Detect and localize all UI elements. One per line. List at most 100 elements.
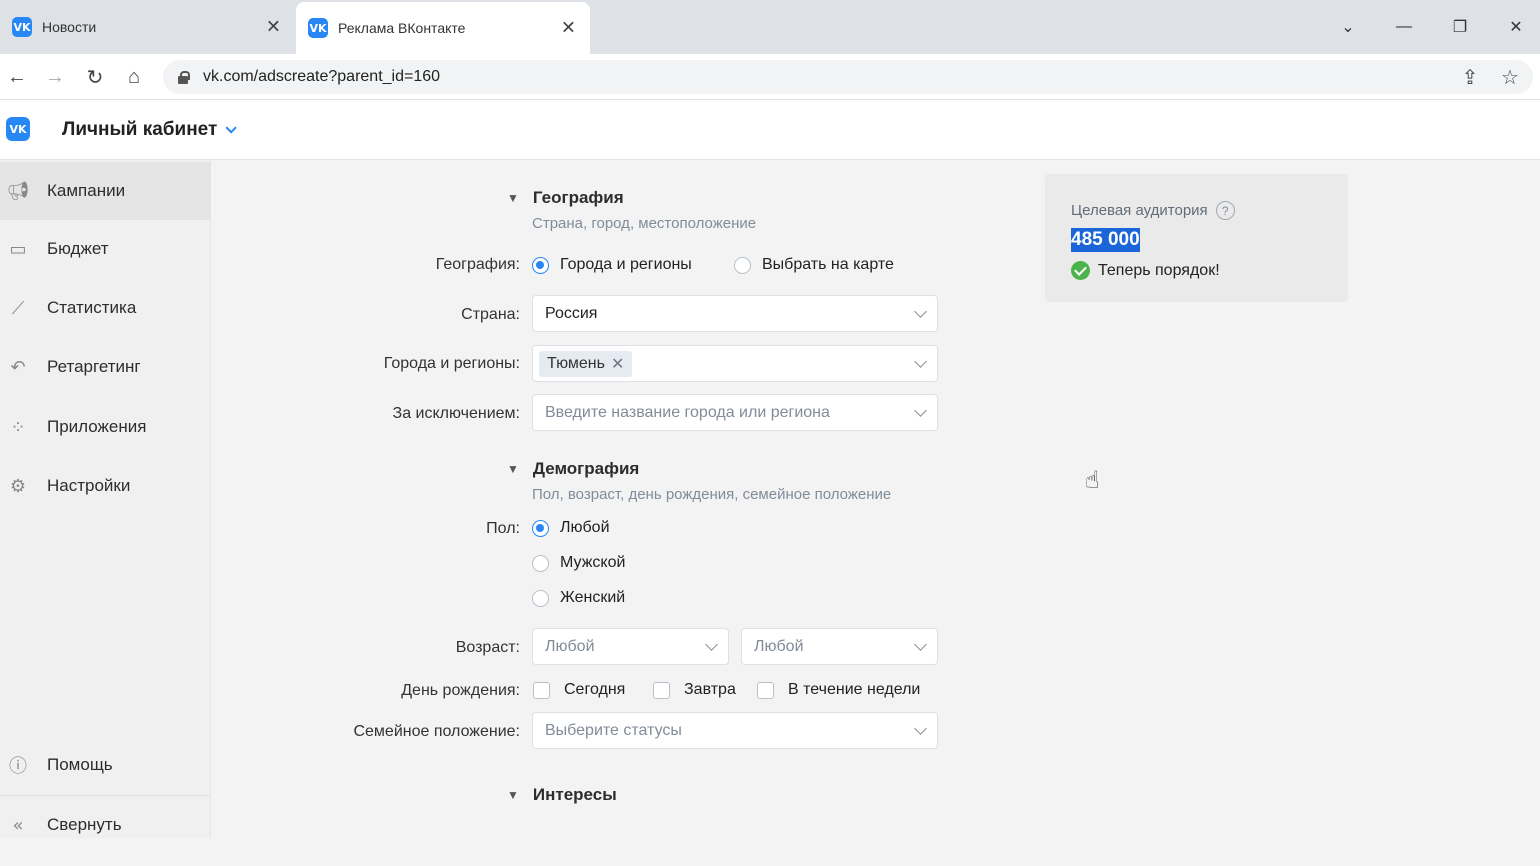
radio-gender-female[interactable]: Женский: [532, 589, 625, 607]
radio-label: Выбрать на карте: [762, 256, 894, 273]
close-icon[interactable]: ✕: [561, 18, 576, 39]
triangle-down-icon: ▼: [507, 788, 519, 802]
radio-label: Женский: [560, 589, 626, 606]
family-status-placeholder: Выберите статусы: [545, 721, 682, 739]
wallet-icon: ▭: [9, 238, 27, 260]
sidebar-item-statistics[interactable]: ⟋ Статистика: [0, 279, 210, 337]
family-status-label: Семейное положение:: [353, 723, 520, 740]
sidebar-item-label: Приложения: [47, 417, 147, 436]
hand-cursor-icon: ☝: [1085, 466, 1100, 494]
chevron-down-icon: [914, 638, 927, 651]
sidebar-item-apps[interactable]: ⁘ Приложения: [0, 398, 210, 456]
checkbox-label: Сегодня: [564, 681, 626, 698]
checkbox-label: В течение недели: [788, 681, 921, 698]
chevron-down-icon: [914, 305, 927, 318]
audience-count: 485 000: [1071, 228, 1140, 252]
age-from-select[interactable]: Любой: [532, 628, 729, 665]
url-text: vk.com/adscreate?parent_id=160: [203, 68, 441, 85]
age-from-value: Любой: [545, 637, 595, 655]
sidebar-item-label: Настройки: [47, 476, 131, 495]
exclude-input[interactable]: Введите название города или региона: [532, 394, 938, 431]
radio-choose-on-map[interactable]: Выбрать на карте: [734, 256, 894, 274]
retarget-icon: ↶: [10, 356, 26, 378]
city-tag: Тюмень ✕: [539, 350, 633, 377]
vk-logo-icon[interactable]: VK: [6, 117, 30, 141]
restore-icon[interactable]: ❐: [1432, 0, 1488, 54]
chevron-down-icon: [914, 722, 927, 735]
audience-title: Целевая аудитория ?: [1071, 201, 1235, 220]
chart-icon: ⟋: [11, 297, 25, 319]
interests-section-toggle[interactable]: ▼ Интересы: [507, 785, 617, 805]
country-select[interactable]: Россия: [532, 295, 938, 332]
vk-icon: VK: [308, 18, 328, 38]
radio-cities-regions[interactable]: Города и регионы: [532, 256, 692, 274]
sidebar-collapse-button[interactable]: « Свернуть: [0, 796, 210, 854]
star-icon[interactable]: ☆: [1495, 62, 1525, 92]
radio-label: Города и регионы: [560, 256, 692, 273]
radio-dot: [532, 589, 549, 607]
reload-icon[interactable]: ↻: [80, 62, 110, 92]
demography-section-toggle[interactable]: ▼ Демография: [507, 459, 639, 479]
geography-section-toggle[interactable]: ▼ География: [507, 188, 624, 208]
browser-tab-news[interactable]: VK Новости ✕: [0, 0, 295, 54]
sidebar-item-retargeting[interactable]: ↶ Ретаргетинг: [0, 338, 210, 396]
remove-tag-icon[interactable]: ✕: [611, 354, 624, 374]
close-icon[interactable]: ✕: [266, 17, 281, 38]
section-subtitle: Пол, возраст, день рождения, семейное по…: [532, 486, 892, 503]
back-icon[interactable]: ←: [2, 62, 32, 92]
checkbox-box: [533, 681, 550, 699]
sidebar-item-budget[interactable]: ▭ Бюджет: [0, 220, 210, 278]
browser-tab-ads[interactable]: VK Реклама ВКонтакте ✕: [296, 2, 590, 54]
gender-label: Пол:: [486, 520, 520, 537]
share-icon[interactable]: ⇪: [1455, 62, 1485, 92]
geography-mode-label: География:: [435, 256, 520, 273]
checkbox-birthday-tomorrow[interactable]: Завтра: [653, 681, 736, 699]
cabinet-title: Личный кабинет: [62, 119, 218, 140]
sidebar-item-campaigns[interactable]: 📢︎ Кампании: [0, 162, 210, 220]
vk-icon: VK: [12, 17, 32, 37]
section-subtitle: Страна, город, местоположение: [532, 215, 757, 232]
forward-icon[interactable]: →: [40, 62, 70, 92]
help-icon[interactable]: ?: [1215, 201, 1235, 220]
triangle-down-icon: ▼: [507, 462, 519, 476]
url-field[interactable]: vk.com/adscreate?parent_id=160: [163, 60, 1533, 94]
cities-label: Города и регионы:: [383, 355, 520, 372]
radio-dot: [734, 256, 751, 274]
radio-gender-male[interactable]: Мужской: [532, 554, 625, 572]
cities-select[interactable]: Тюмень ✕: [532, 345, 938, 382]
minimize-icon[interactable]: —: [1376, 0, 1432, 54]
megaphone-icon: 📢︎: [6, 180, 30, 202]
tab-title: Реклама ВКонтакте: [338, 20, 466, 36]
radio-gender-any[interactable]: Любой: [532, 519, 610, 537]
country-value: Россия: [545, 304, 598, 322]
exclude-placeholder: Введите название города или региона: [545, 403, 830, 421]
checkbox-birthday-today[interactable]: Сегодня: [533, 681, 625, 699]
home-icon[interactable]: ⌂: [119, 62, 149, 92]
family-status-select[interactable]: Выберите статусы: [532, 712, 938, 749]
collapse-icon: «: [12, 814, 24, 836]
chevron-down-icon: [914, 404, 927, 417]
help-icon: ⓘ: [9, 756, 27, 777]
section-title: География: [532, 188, 624, 207]
tab-search-icon[interactable]: ⌄: [1320, 0, 1376, 54]
sidebar-item-settings[interactable]: ⚙ Настройки: [0, 457, 210, 515]
gear-icon: ⚙: [9, 475, 27, 497]
radio-dot: [532, 519, 549, 537]
checkbox-box: [757, 681, 774, 699]
radio-label: Мужской: [560, 554, 626, 571]
close-window-icon[interactable]: ✕: [1488, 0, 1540, 54]
age-to-select[interactable]: Любой: [741, 628, 938, 665]
checkbox-birthday-week[interactable]: В течение недели: [757, 681, 920, 699]
section-title: Интересы: [532, 785, 617, 804]
section-title: Демография: [532, 459, 640, 478]
sidebar-item-label: Ретаргетинг: [47, 357, 141, 376]
sidebar-item-label: Свернуть: [47, 815, 122, 834]
age-label: Возраст:: [455, 639, 520, 656]
chevron-down-icon: [705, 638, 718, 651]
cabinet-menu[interactable]: Личный кабинет: [62, 119, 238, 141]
audience-status-text: Теперь порядок!: [1098, 261, 1220, 279]
city-tag-label: Тюмень: [547, 354, 605, 372]
sidebar-item-help[interactable]: ⓘ Помощь: [0, 736, 210, 794]
birthday-label: День рождения:: [401, 682, 520, 699]
age-to-value: Любой: [754, 637, 804, 655]
